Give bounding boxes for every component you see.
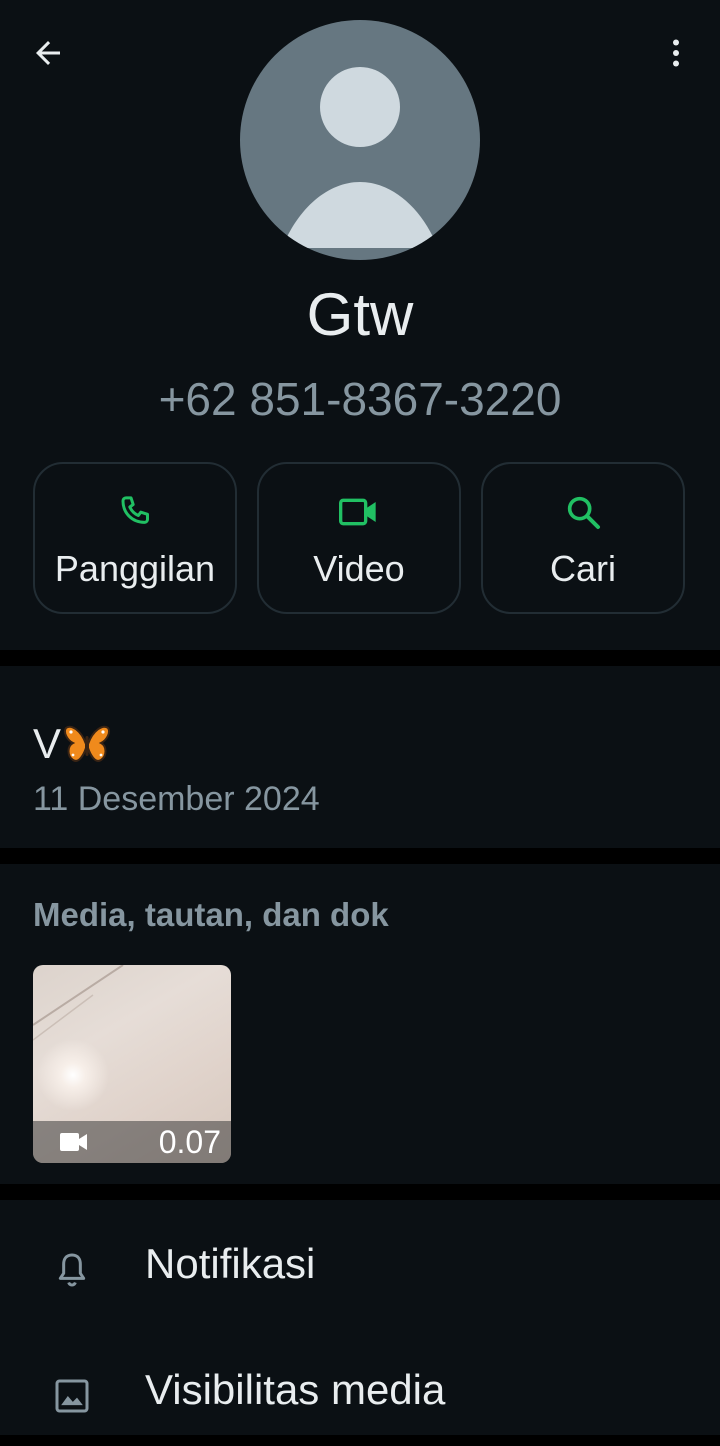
search-icon [567,496,600,529]
video-camera-icon [338,498,376,526]
media-section-header[interactable]: Media, tautan, dan dok [33,896,389,934]
media-visibility-label: Visibilitas media [145,1366,446,1413]
media-video-duration: 0.07 [158,1124,221,1160]
bell-icon [58,1253,86,1287]
about-status: V [33,720,111,768]
voice-call-label: Panggilan [54,548,216,589]
about-status-text: V [33,720,62,767]
more-options-button[interactable] [650,28,702,78]
contact-name: Gtw [306,281,414,348]
butterfly-emoji-icon [64,725,111,762]
video-camera-icon [60,1133,87,1151]
voice-call-button[interactable]: Panggilan [33,462,237,614]
phone-icon [121,496,149,524]
video-call-label: Video [313,548,405,589]
notifications-setting[interactable]: Notifikasi [0,1210,720,1320]
back-button[interactable] [20,28,76,78]
more-vert-icon [673,39,679,67]
media-visibility-setting[interactable]: Visibilitas media [0,1336,720,1446]
avatar[interactable] [240,20,480,260]
default-person-avatar-icon [282,67,438,248]
search-button[interactable]: Cari [481,462,685,614]
media-video-thumbnail[interactable]: 0.07 [33,965,231,1163]
media-duration-overlay: 0.07 [33,1121,231,1163]
profile-header-section: Gtw +62 851-8367-3220 Panggilan Video Ca… [0,0,720,650]
arrow-left-icon [36,41,60,65]
notifications-label: Notifikasi [145,1240,316,1287]
image-icon [55,1379,89,1413]
video-call-button[interactable]: Video [257,462,461,614]
contact-phone-number: +62 851-8367-3220 [158,373,562,425]
search-label: Cari [549,548,616,589]
about-date: 11 Desember 2024 [33,780,320,818]
